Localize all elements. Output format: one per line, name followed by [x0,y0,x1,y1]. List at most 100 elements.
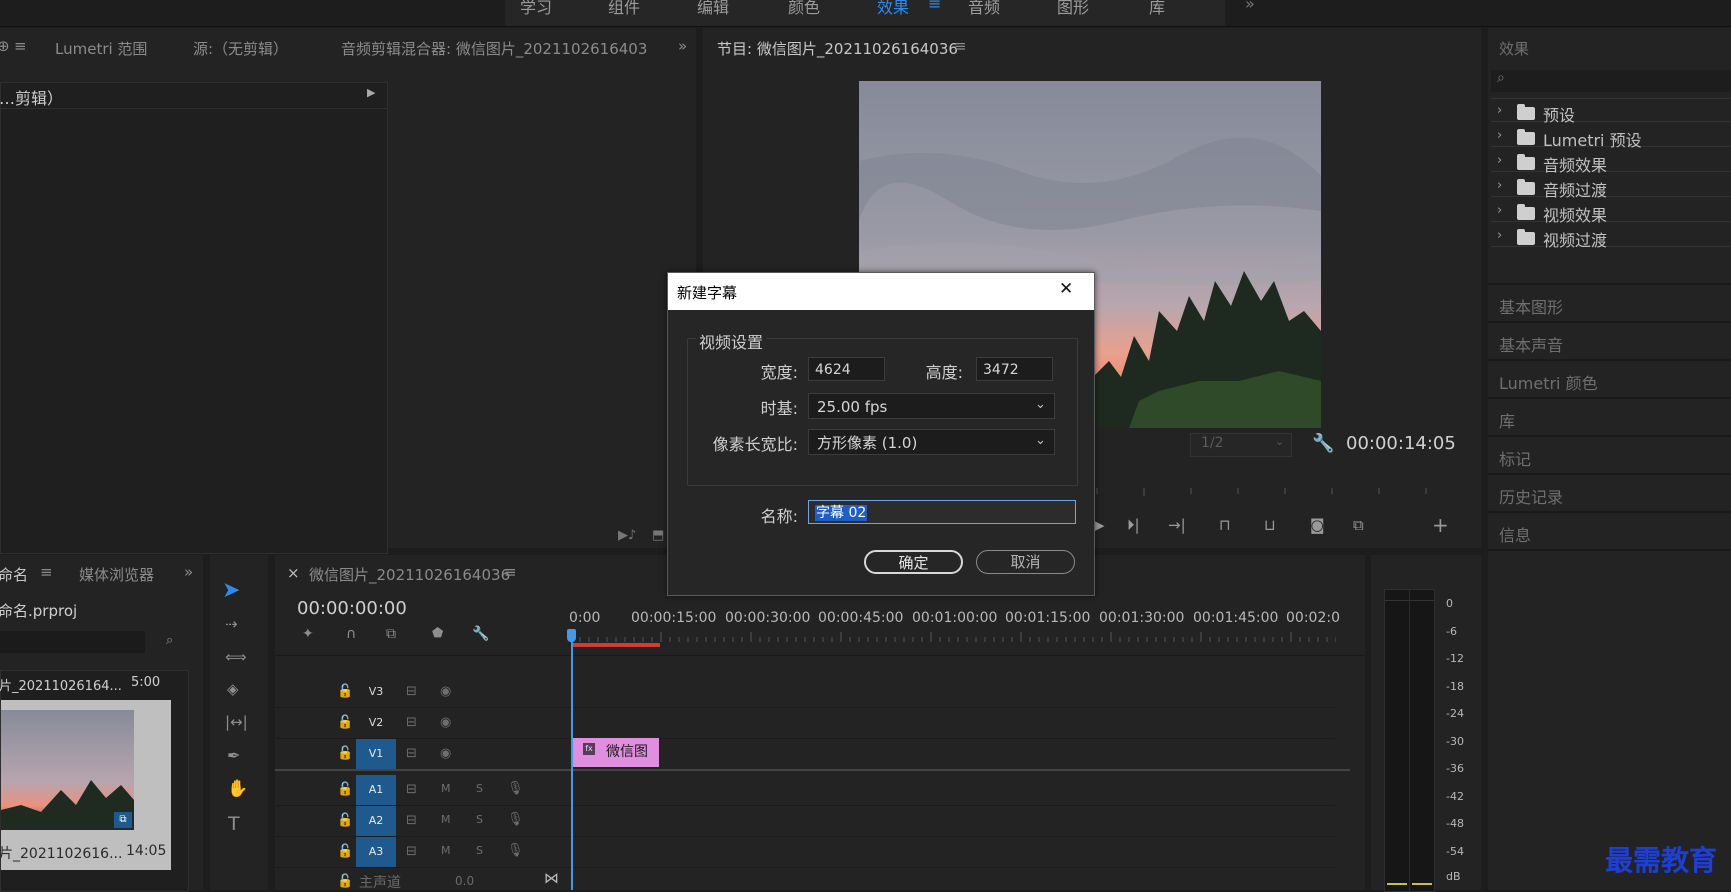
sync-lock-icon[interactable]: ⊟ [406,715,417,730]
workspace-overflow-icon[interactable]: » [1245,0,1255,13]
playhead-line[interactable] [571,629,573,890]
project-overflow-icon[interactable]: » [184,563,193,581]
razor-tool-icon[interactable]: ◈ [227,680,239,698]
workspace-tab-color[interactable]: 颜色 [788,0,820,18]
effects-item-presets[interactable]: 预设 [1543,102,1575,126]
ruler-ticks[interactable] [571,632,1336,642]
go-to-end-icon[interactable]: ⋈ [544,869,559,887]
track-label-v3[interactable]: V3 [356,677,396,707]
program-menu-icon[interactable]: ≡ [954,37,967,55]
export-frame-icon[interactable]: ▶♪ [618,528,636,543]
mute-button[interactable]: M [441,844,451,857]
lock-icon[interactable]: 🔓 [337,684,353,699]
mute-button[interactable]: M [441,813,451,826]
linked-selection-icon[interactable]: ⧉ [386,626,396,642]
title-name-field[interactable]: 字幕 02 [808,500,1076,524]
panel-menu-icon[interactable]: ≡ [14,37,27,55]
panel-history[interactable]: 历史记录 [1499,484,1563,508]
panel-essential-sound[interactable]: 基本声音 [1499,332,1563,356]
pen-tool-icon[interactable]: ✒ [227,746,240,765]
panel-overflow-icon[interactable]: » [678,37,687,55]
workspace-tab-libraries[interactable]: 库 [1149,0,1165,18]
export-frame-camera-icon[interactable]: ◙ [1310,516,1325,534]
insert-icon[interactable]: ⬒ [652,528,664,543]
width-field[interactable]: 4624 [808,357,885,381]
workspace-tab-learn[interactable]: 学习 [520,0,552,18]
effects-item-audio-transitions[interactable]: 音频过渡 [1543,177,1607,201]
effects-item-lumetri-presets[interactable]: Lumetri 预设 [1543,127,1642,151]
panel-essential-graphics[interactable]: 基本图形 [1499,294,1563,318]
lock-icon[interactable]: 🔓 [337,844,353,859]
sync-lock-icon[interactable]: ⊟ [406,684,417,699]
workspace-tab-menu-icon[interactable]: ≡ [928,0,941,13]
expand-arrow-icon[interactable]: ▶ [367,86,375,99]
zoom-select[interactable]: 1/2 ⌄ [1190,433,1292,457]
track-select-tool-icon[interactable]: ⇢ [225,615,238,633]
step-forward-icon[interactable]: ⏵| [1127,516,1140,534]
workspace-tab-graphics[interactable]: 图形 [1057,0,1089,18]
workspace-tab-audio[interactable]: 音频 [968,0,1000,18]
tab-lumetri-scopes[interactable]: Lumetri 范围 [55,38,147,59]
ripple-edit-tool-icon[interactable]: ⟺ [225,648,247,666]
chevron-right-icon[interactable]: › [1497,153,1502,168]
master-track-value[interactable]: 0.0 [455,874,474,888]
microphone-icon[interactable]: 🎙 [507,812,524,827]
project-menu-icon[interactable]: ≡ [40,563,53,581]
mute-button[interactable]: M [441,782,451,795]
track-label-v2[interactable]: V2 [356,708,396,738]
pixel-aspect-ratio-select[interactable]: 方形像素 (1.0) ⌄ [808,429,1055,455]
project-search-input[interactable] [0,631,145,653]
nest-icon[interactable]: ✦ [302,626,314,642]
track-label-a2[interactable]: A2 [356,806,396,836]
sync-lock-icon[interactable]: ⊟ [406,844,417,859]
track-label-v1[interactable]: V1 [356,739,396,769]
sequence-tab[interactable]: 微信图片_20211026164036 [309,564,510,585]
lock-icon[interactable]: 🔓 [337,746,353,761]
extract-icon[interactable]: ⊔ [1264,516,1276,534]
sync-lock-icon[interactable]: ⊟ [406,813,417,828]
snap-magnet-icon[interactable]: ∩ [346,626,356,642]
go-to-out-icon[interactable]: →| [1168,516,1186,534]
chevron-right-icon[interactable]: › [1497,128,1502,143]
type-tool-icon[interactable]: T [228,813,240,835]
lock-icon[interactable]: 🔓 [337,782,353,797]
chevron-right-icon[interactable]: › [1497,103,1502,118]
playhead-handle[interactable] [567,629,576,642]
tab-project[interactable]: 命名 [0,564,28,585]
timeline-timecode[interactable]: 00:00:00:00 [297,598,407,619]
solo-button[interactable]: S [476,813,483,826]
track-label-a1[interactable]: A1 [356,775,396,805]
chevron-right-icon[interactable]: › [1497,228,1502,243]
tab-media-browser[interactable]: 媒体浏览器 [79,564,154,585]
close-icon[interactable]: ✕ [1059,279,1073,299]
timeline-clip[interactable]: fx 微信图 [573,738,659,767]
workspace-tab-assembly[interactable]: 组件 [608,0,640,18]
cancel-button[interactable]: 取消 [976,550,1075,574]
effects-item-video-transitions[interactable]: 视频过渡 [1543,227,1607,251]
settings-wrench-icon[interactable]: 🔧 [1312,433,1334,454]
workspace-tab-effects[interactable]: 效果 [877,0,909,18]
project-list-item-name[interactable]: 片_20211026164... [0,675,122,694]
timebase-select[interactable]: 25.00 fps ⌄ [808,393,1055,419]
slip-tool-icon[interactable]: |↔| [225,713,248,731]
program-monitor-title[interactable]: 节目: 微信图片_20211026164036 [717,38,958,59]
close-sequence-icon[interactable]: × [287,564,300,582]
lock-icon[interactable]: 🔓 [337,813,353,828]
panel-markers[interactable]: 标记 [1499,446,1531,470]
sync-lock-icon[interactable]: ⊟ [406,782,417,797]
workspace-tab-editing[interactable]: 编辑 [697,0,729,18]
lock-icon[interactable]: 🔓 [337,874,353,889]
clip-thumbnail-card[interactable]: ⧉ 片_2021102616... 14:05 [0,700,171,870]
effects-search-input[interactable]: ⌕ [1491,70,1731,92]
effects-panel-title[interactable]: 效果 [1499,38,1529,59]
tab-source[interactable]: 源:（无剪辑） [193,38,288,59]
sync-lock-icon[interactable]: ⊟ [406,746,417,761]
video-audio-divider[interactable] [275,769,1350,771]
height-field[interactable]: 3472 [976,357,1053,381]
eye-icon[interactable]: ◉ [440,684,451,699]
panel-lumetri-color[interactable]: Lumetri 颜色 [1499,370,1598,394]
selection-tool-icon[interactable]: ➤ [222,578,240,603]
microphone-icon[interactable]: 🎙 [507,781,524,796]
lift-icon[interactable]: ⊓ [1219,516,1231,534]
eye-icon[interactable]: ◉ [440,746,451,761]
